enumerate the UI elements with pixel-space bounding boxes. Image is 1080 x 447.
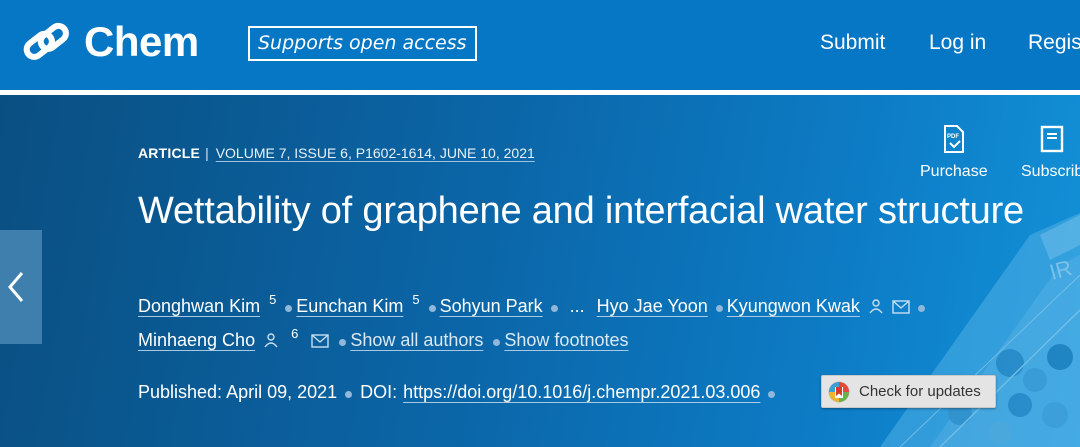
- info-separator: [345, 391, 353, 398]
- volume-issue-link[interactable]: VOLUME 7, ISSUE 6, P1602-1614, JUNE 10, …: [216, 145, 535, 161]
- chevron-left-icon: [8, 272, 24, 302]
- purchase-label: Purchase: [920, 163, 988, 180]
- author-separator: [550, 305, 558, 312]
- article-meta: ARTICLE | VOLUME 7, ISSUE 6, P1602-1614, J…: [138, 145, 535, 161]
- info-separator: [768, 391, 776, 398]
- journal-icon: [1040, 125, 1064, 153]
- author-link[interactable]: Eunchan Kim: [296, 296, 403, 317]
- person-icon[interactable]: [263, 332, 279, 348]
- pdf-icon: PDF: [943, 125, 964, 153]
- author-separator: [428, 305, 436, 312]
- author-list-continued: Minhaeng Cho 6 Show all authors Show foo…: [138, 326, 629, 351]
- publication-info: Published: April 09, 2021 DOI: https://d…: [138, 382, 779, 403]
- author-footnote[interactable]: 6: [291, 326, 298, 341]
- mail-icon[interactable]: [892, 300, 910, 314]
- published-date: Published: April 09, 2021: [138, 382, 338, 402]
- person-icon[interactable]: [868, 298, 884, 314]
- author-separator: [285, 305, 293, 312]
- previous-article-button[interactable]: [0, 230, 42, 344]
- submit-link[interactable]: Submit: [820, 31, 885, 55]
- author-separator: [493, 339, 501, 346]
- author-footnote[interactable]: 5: [269, 292, 276, 307]
- doi-label: DOI:: [360, 382, 398, 402]
- article-title: Wettability of graphene and interfacial …: [138, 190, 1024, 232]
- top-bar: Chem Supports open access Submit Log in …: [0, 0, 1080, 90]
- doi-link[interactable]: https://doi.org/10.1016/j.chempr.2021.03…: [403, 382, 760, 403]
- subscribe-label: Subscrib: [1021, 163, 1080, 180]
- crossmark-icon: [828, 381, 850, 402]
- author-link[interactable]: Sohyun Park: [440, 296, 543, 317]
- register-link[interactable]: Regis: [1028, 31, 1080, 55]
- login-link[interactable]: Log in: [929, 31, 986, 55]
- chem-link-logo[interactable]: [22, 20, 70, 68]
- article-hero: IR ARTICLE | VOLUME 7, ISSUE 6, P1602-1614…: [0, 95, 1080, 447]
- author-link[interactable]: Donghwan Kim: [138, 296, 260, 317]
- purchase-button[interactable]: PDF Purchase: [920, 125, 988, 181]
- author-separator: [339, 339, 347, 346]
- author-link[interactable]: Hyo Jae Yoon: [597, 296, 708, 317]
- mail-icon[interactable]: [311, 334, 330, 348]
- meta-separator: |: [205, 145, 209, 161]
- journal-brand[interactable]: Chem: [84, 18, 199, 66]
- author-link[interactable]: Kyungwon Kwak: [727, 296, 860, 317]
- subscribe-button[interactable]: Subscrib: [1021, 125, 1080, 181]
- author-link[interactable]: Minhaeng Cho: [138, 330, 255, 351]
- check-for-updates-button[interactable]: Check for updates: [821, 375, 996, 408]
- show-all-authors-link[interactable]: Show all authors: [350, 330, 483, 351]
- open-access-tagline[interactable]: Supports open access: [248, 26, 477, 61]
- author-list: Donghwan Kim 5 Eunchan Kim 5 Sohyun Park…: [138, 292, 929, 317]
- article-type: ARTICLE: [138, 145, 201, 161]
- check-for-updates-label: Check for updates: [859, 383, 981, 400]
- author-footnote[interactable]: 5: [412, 292, 419, 307]
- author-separator: [917, 305, 925, 312]
- authors-ellipsis: ...: [569, 296, 585, 316]
- show-footnotes-link[interactable]: Show footnotes: [504, 330, 628, 351]
- author-separator: [715, 305, 723, 312]
- svg-text:PDF: PDF: [947, 134, 959, 140]
